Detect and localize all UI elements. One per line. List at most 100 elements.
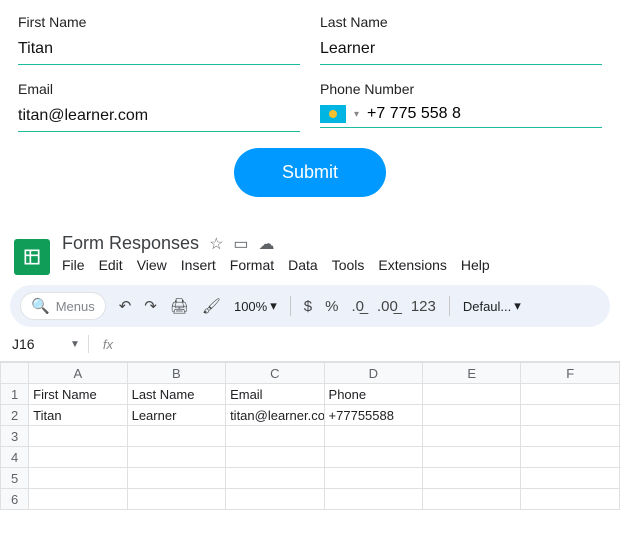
col-header-c[interactable]: C (226, 363, 324, 384)
table-row: 3 (1, 426, 620, 447)
undo-icon[interactable]: ↶ (119, 297, 132, 315)
email-input[interactable]: titan@learner.com (18, 103, 300, 132)
email-label: Email (18, 81, 300, 97)
menu-format[interactable]: Format (230, 257, 274, 273)
paint-format-icon[interactable]: 🖌 (202, 297, 221, 315)
cell[interactable] (29, 447, 127, 468)
decrease-decimal-icon[interactable]: .0̲ (351, 298, 364, 315)
cell[interactable] (324, 447, 422, 468)
cell[interactable]: First Name (29, 384, 127, 405)
cell[interactable] (29, 468, 127, 489)
row-header[interactable]: 4 (1, 447, 29, 468)
cell[interactable] (521, 447, 620, 468)
chevron-down-icon[interactable]: ▼ (70, 339, 80, 350)
menu-insert[interactable]: Insert (181, 257, 216, 273)
row-header[interactable]: 5 (1, 468, 29, 489)
menu-data[interactable]: Data (288, 257, 318, 273)
col-header-f[interactable]: F (521, 363, 620, 384)
last-name-field: Last Name Learner (320, 14, 602, 65)
cell[interactable] (423, 489, 521, 510)
cell[interactable]: Last Name (127, 384, 225, 405)
menu-extensions[interactable]: Extensions (378, 257, 446, 273)
print-icon[interactable]: 🖨 (170, 297, 189, 315)
menu-view[interactable]: View (137, 257, 167, 273)
cell[interactable] (521, 468, 620, 489)
toolbar: 🔍 Menus ↶ ↷ 🖨 🖌 100%▾ $ % .0̲ .00̲ 123 D… (10, 285, 610, 327)
table-row: 5 (1, 468, 620, 489)
row-header[interactable]: 3 (1, 426, 29, 447)
form: First Name Titan Last Name Learner Email… (0, 0, 620, 197)
cell[interactable] (226, 468, 324, 489)
menu-help[interactable]: Help (461, 257, 490, 273)
col-header-b[interactable]: B (127, 363, 225, 384)
row-header[interactable]: 2 (1, 405, 29, 426)
phone-input[interactable]: +7 775 558 8 (367, 105, 461, 123)
cell[interactable] (521, 384, 620, 405)
table-row: 1 First Name Last Name Email Phone (1, 384, 620, 405)
cell[interactable]: +77755588 (324, 405, 422, 426)
name-box[interactable] (12, 336, 62, 352)
cell[interactable]: Titan (29, 405, 127, 426)
currency-icon[interactable]: $ (304, 298, 312, 315)
cell[interactable]: Email (226, 384, 324, 405)
row-header[interactable]: 6 (1, 489, 29, 510)
cell[interactable] (423, 384, 521, 405)
cell[interactable]: Learner (127, 405, 225, 426)
cell[interactable]: Phone (324, 384, 422, 405)
cell[interactable] (127, 489, 225, 510)
cell[interactable] (521, 426, 620, 447)
cell[interactable] (324, 468, 422, 489)
more-formats-icon[interactable]: 123 (411, 298, 436, 315)
row-header[interactable]: 1 (1, 384, 29, 405)
spreadsheet-grid[interactable]: A B C D E F 1 First Name Last Name Email… (0, 361, 620, 510)
menu-tools[interactable]: Tools (332, 257, 365, 273)
menu-file[interactable]: File (62, 257, 85, 273)
font-selector[interactable]: Defaul...▾ (463, 298, 521, 314)
email-field: Email titan@learner.com (18, 81, 300, 132)
flag-icon[interactable] (320, 105, 346, 123)
submit-button[interactable]: Submit (234, 148, 386, 197)
cell[interactable] (29, 426, 127, 447)
col-header-d[interactable]: D (324, 363, 422, 384)
zoom-selector[interactable]: 100%▾ (234, 298, 277, 314)
cell[interactable] (423, 426, 521, 447)
first-name-input[interactable]: Titan (18, 36, 300, 65)
last-name-input[interactable]: Learner (320, 36, 602, 65)
cell[interactable] (127, 468, 225, 489)
cell[interactable] (127, 426, 225, 447)
cell[interactable] (521, 489, 620, 510)
cell[interactable] (226, 447, 324, 468)
table-row: 2 Titan Learner titan@learner.com +77755… (1, 405, 620, 426)
table-row: 6 (1, 489, 620, 510)
search-icon: 🔍 (31, 297, 50, 315)
cell[interactable] (226, 426, 324, 447)
cell[interactable] (226, 489, 324, 510)
chevron-down-icon: ▾ (514, 298, 521, 314)
formula-bar: ▼ fx (0, 327, 620, 361)
cell[interactable] (324, 426, 422, 447)
cell[interactable] (127, 447, 225, 468)
menu-search[interactable]: 🔍 Menus (20, 292, 106, 320)
menu-edit[interactable]: Edit (99, 257, 123, 273)
cell[interactable] (423, 405, 521, 426)
col-header-e[interactable]: E (423, 363, 521, 384)
increase-decimal-icon[interactable]: .00̲ (377, 298, 398, 315)
sheets-logo-icon (14, 239, 50, 275)
cell[interactable] (423, 468, 521, 489)
cell[interactable] (521, 405, 620, 426)
redo-icon[interactable]: ↷ (144, 297, 157, 315)
select-all-icon[interactable] (1, 363, 29, 384)
col-header-a[interactable]: A (29, 363, 127, 384)
cell[interactable] (423, 447, 521, 468)
cell[interactable]: titan@learner.com (226, 405, 324, 426)
cell[interactable] (324, 489, 422, 510)
menu-search-placeholder: Menus (56, 299, 95, 314)
cloud-status-icon[interactable]: ☁ (259, 234, 275, 254)
doc-title[interactable]: Form Responses (62, 233, 199, 254)
cell[interactable] (29, 489, 127, 510)
chevron-down-icon[interactable]: ▾ (354, 109, 359, 120)
percent-icon[interactable]: % (325, 298, 338, 315)
move-icon[interactable]: ▭ (233, 234, 248, 254)
fx-icon: fx (103, 337, 113, 352)
star-icon[interactable]: ☆ (209, 234, 223, 254)
